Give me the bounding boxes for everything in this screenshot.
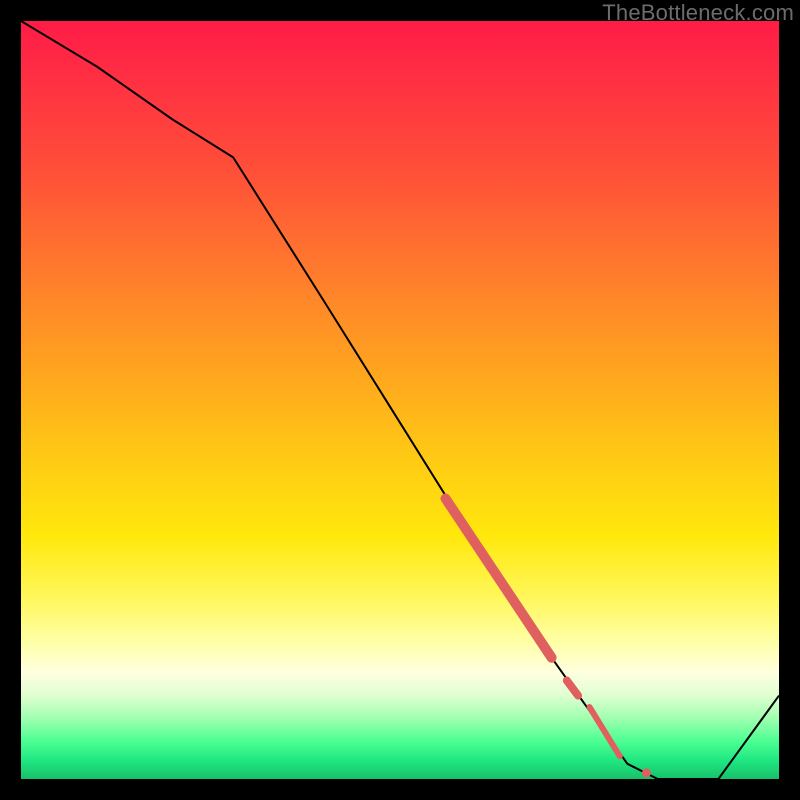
- marker-segment: [590, 707, 620, 756]
- marker-segment: [446, 499, 552, 658]
- chart-overlay: [21, 21, 779, 779]
- marker-segment: [567, 681, 578, 696]
- chart-frame: TheBottleneck.com: [0, 0, 800, 800]
- curve-line: [21, 21, 779, 779]
- marker-dot: [642, 768, 651, 777]
- watermark-text: TheBottleneck.com: [602, 0, 794, 26]
- plot-area: [21, 21, 779, 779]
